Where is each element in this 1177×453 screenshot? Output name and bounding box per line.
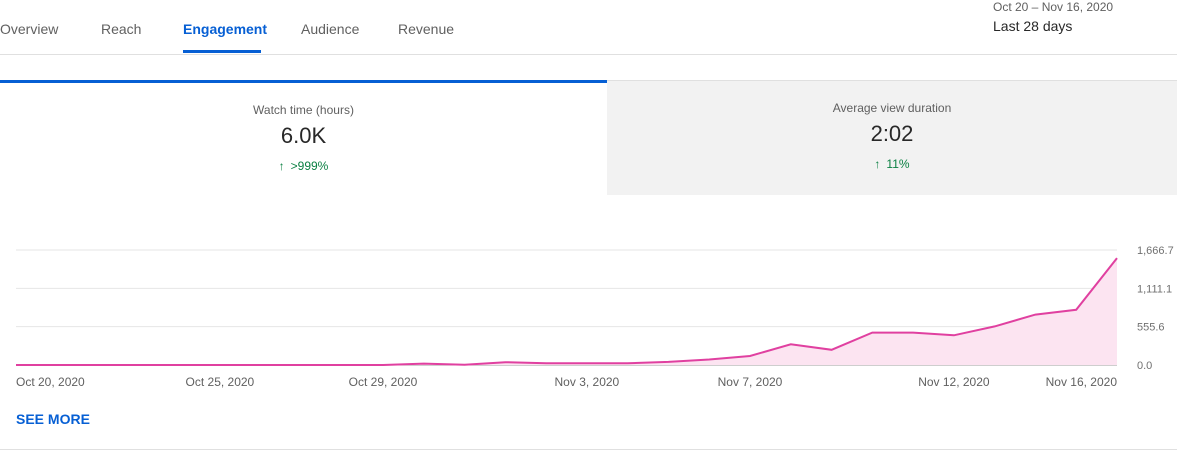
tab-reach[interactable]: Reach	[101, 21, 141, 37]
x-tick-label: Oct 29, 2020	[349, 375, 418, 389]
x-tick-label: Nov 3, 2020	[555, 375, 620, 389]
divider	[0, 449, 1177, 450]
tab-audience[interactable]: Audience	[301, 21, 359, 37]
metric-card-watch-time[interactable]: Watch time (hours) 6.0K ↑ >999%	[0, 80, 607, 197]
date-range-preset: Last 28 days	[993, 18, 1073, 34]
metric-card-average-view-duration[interactable]: Average view duration 2:02 ↑ 11%	[607, 80, 1177, 195]
y-tick-label: 1,666.7	[1137, 245, 1174, 257]
metric-delta: ↑ 11%	[607, 157, 1177, 171]
y-tick-label: 0.0	[1137, 360, 1152, 372]
metric-value: 2:02	[870, 121, 914, 146]
watch-time-chart[interactable]: 1,666.7 1,111.1 555.6 0.0 Oct 20, 2020 Oct 25…	[0, 235, 1177, 395]
tab-overview[interactable]: Overview	[0, 21, 58, 37]
series-area	[16, 258, 1117, 365]
metric-value: 6.0K	[280, 123, 327, 148]
metric-delta-value: 11%	[886, 157, 910, 171]
y-tick-label: 1,111.1	[1137, 283, 1172, 295]
metric-label: Watch time (hours)	[253, 103, 354, 117]
arrow-up-icon: ↑	[278, 159, 285, 173]
x-tick-label: Nov 12, 2020	[918, 375, 990, 389]
metric-label: Average view duration	[832, 101, 952, 115]
x-tick-label: Nov 16, 2020	[1046, 375, 1118, 389]
arrow-up-icon: ↑	[874, 157, 881, 171]
metric-delta: ↑ >999%	[0, 159, 607, 173]
tab-engagement[interactable]: Engagement	[183, 21, 267, 37]
see-more-link[interactable]: SEE MORE	[16, 411, 90, 427]
active-tab-indicator	[183, 50, 261, 53]
tab-revenue[interactable]: Revenue	[398, 21, 454, 37]
x-tick-label: Oct 25, 2020	[186, 375, 255, 389]
metric-delta-value: >999%	[290, 159, 329, 173]
date-range-text: Oct 20 – Nov 16, 2020	[993, 0, 1114, 14]
x-tick-label: Nov 7, 2020	[718, 375, 783, 389]
date-range-selector[interactable]: Oct 20 – Nov 16, 2020 Last 28 days	[993, 0, 1113, 34]
x-tick-label: Oct 20, 2020	[16, 375, 85, 389]
y-tick-label: 555.6	[1137, 322, 1165, 334]
